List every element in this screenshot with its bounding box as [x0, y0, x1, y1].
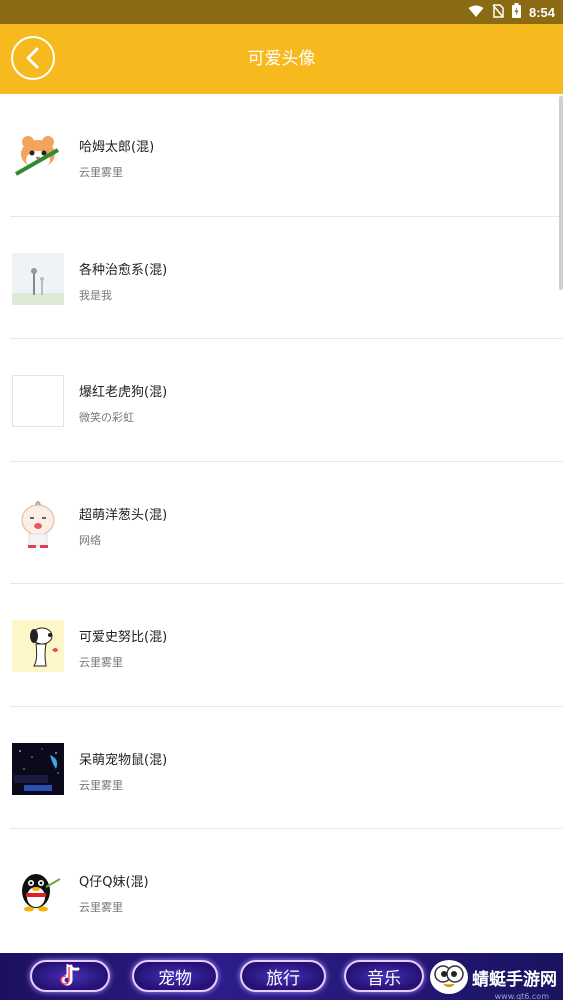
- album-author: 云里雾里: [79, 656, 123, 669]
- album-author: 云里雾里: [79, 778, 123, 792]
- music-note-icon: [60, 964, 80, 986]
- banner-tag: 旅行: [240, 960, 326, 992]
- album-title: 超萌洋葱头(混): [79, 507, 168, 523]
- scrollbar[interactable]: [559, 96, 563, 290]
- battery-charging-icon: [511, 2, 521, 22]
- snoopy-thumbnail: [12, 620, 64, 672]
- tiger-dog-thumbnail: [12, 375, 64, 427]
- chevron-left-icon: [26, 47, 39, 69]
- album-author: 我是我: [79, 288, 112, 302]
- list-item[interactable]: 可爱史努比(混) 云里雾里: [10, 584, 563, 707]
- hamtaro-thumbnail: [12, 130, 64, 182]
- brand-name: 蜻蜓手游网: [472, 969, 557, 990]
- no-sim-icon: [492, 3, 504, 22]
- list-item[interactable]: 爆红老虎狗(混) 微笑の彩虹: [10, 339, 563, 462]
- qq-penguin-thumbnail: [12, 865, 64, 917]
- wifi-icon: [468, 3, 484, 22]
- album-title: 呆萌宠物鼠(混): [79, 752, 168, 768]
- onion-head-thumbnail: [12, 497, 64, 550]
- list-item[interactable]: 呆萌宠物鼠(混) 云里雾里: [10, 707, 563, 829]
- album-author: 云里雾里: [79, 901, 123, 914]
- brand-watermark: 蜻蜓手游网 www.qt6.com: [430, 959, 557, 1000]
- album-title: 各种治愈系(混): [79, 262, 168, 278]
- music-note-badge: [30, 960, 110, 992]
- list-item[interactable]: 哈姆太郎(混) 云里雾里: [10, 94, 563, 217]
- banner-tag: 音乐: [344, 960, 424, 992]
- list-item[interactable]: 超萌洋葱头(混) 网络: [10, 462, 563, 584]
- album-author: 微笑の彩虹: [79, 411, 134, 424]
- banner-tag: 宠物: [132, 960, 218, 992]
- pet-mouse-thumbnail: [12, 742, 64, 795]
- ad-banner[interactable]: 宠物 旅行 音乐 蜻蜓手游网 www.qt6.com: [0, 953, 563, 1000]
- album-title: 哈姆太郎(混): [79, 140, 155, 155]
- avatar-list: 哈姆太郎(混) 云里雾里 各种治愈系(混) 我是我 爆红老虎狗(混) 微笑の彩虹: [0, 94, 563, 952]
- album-author: 网络: [79, 533, 101, 547]
- album-author: 云里雾里: [79, 166, 123, 179]
- status-bar: 8:54: [0, 0, 563, 24]
- app-header: 可爱头像: [0, 24, 563, 94]
- album-title: Q仔Q妹(混): [79, 875, 149, 890]
- brand-url: www.qt6.com: [494, 992, 549, 1000]
- clock: 8:54: [528, 4, 555, 20]
- dragonfly-logo-icon: [430, 960, 468, 994]
- healing-thumbnail: [12, 252, 64, 305]
- page-title: 可爱头像: [247, 49, 316, 69]
- list-item[interactable]: 各种治愈系(混) 我是我: [10, 217, 563, 339]
- list-item[interactable]: Q仔Q妹(混) 云里雾里: [10, 829, 563, 952]
- album-title: 可爱史努比(混): [79, 630, 168, 645]
- album-title: 爆红老虎狗(混): [79, 385, 168, 400]
- back-button[interactable]: [11, 36, 55, 80]
